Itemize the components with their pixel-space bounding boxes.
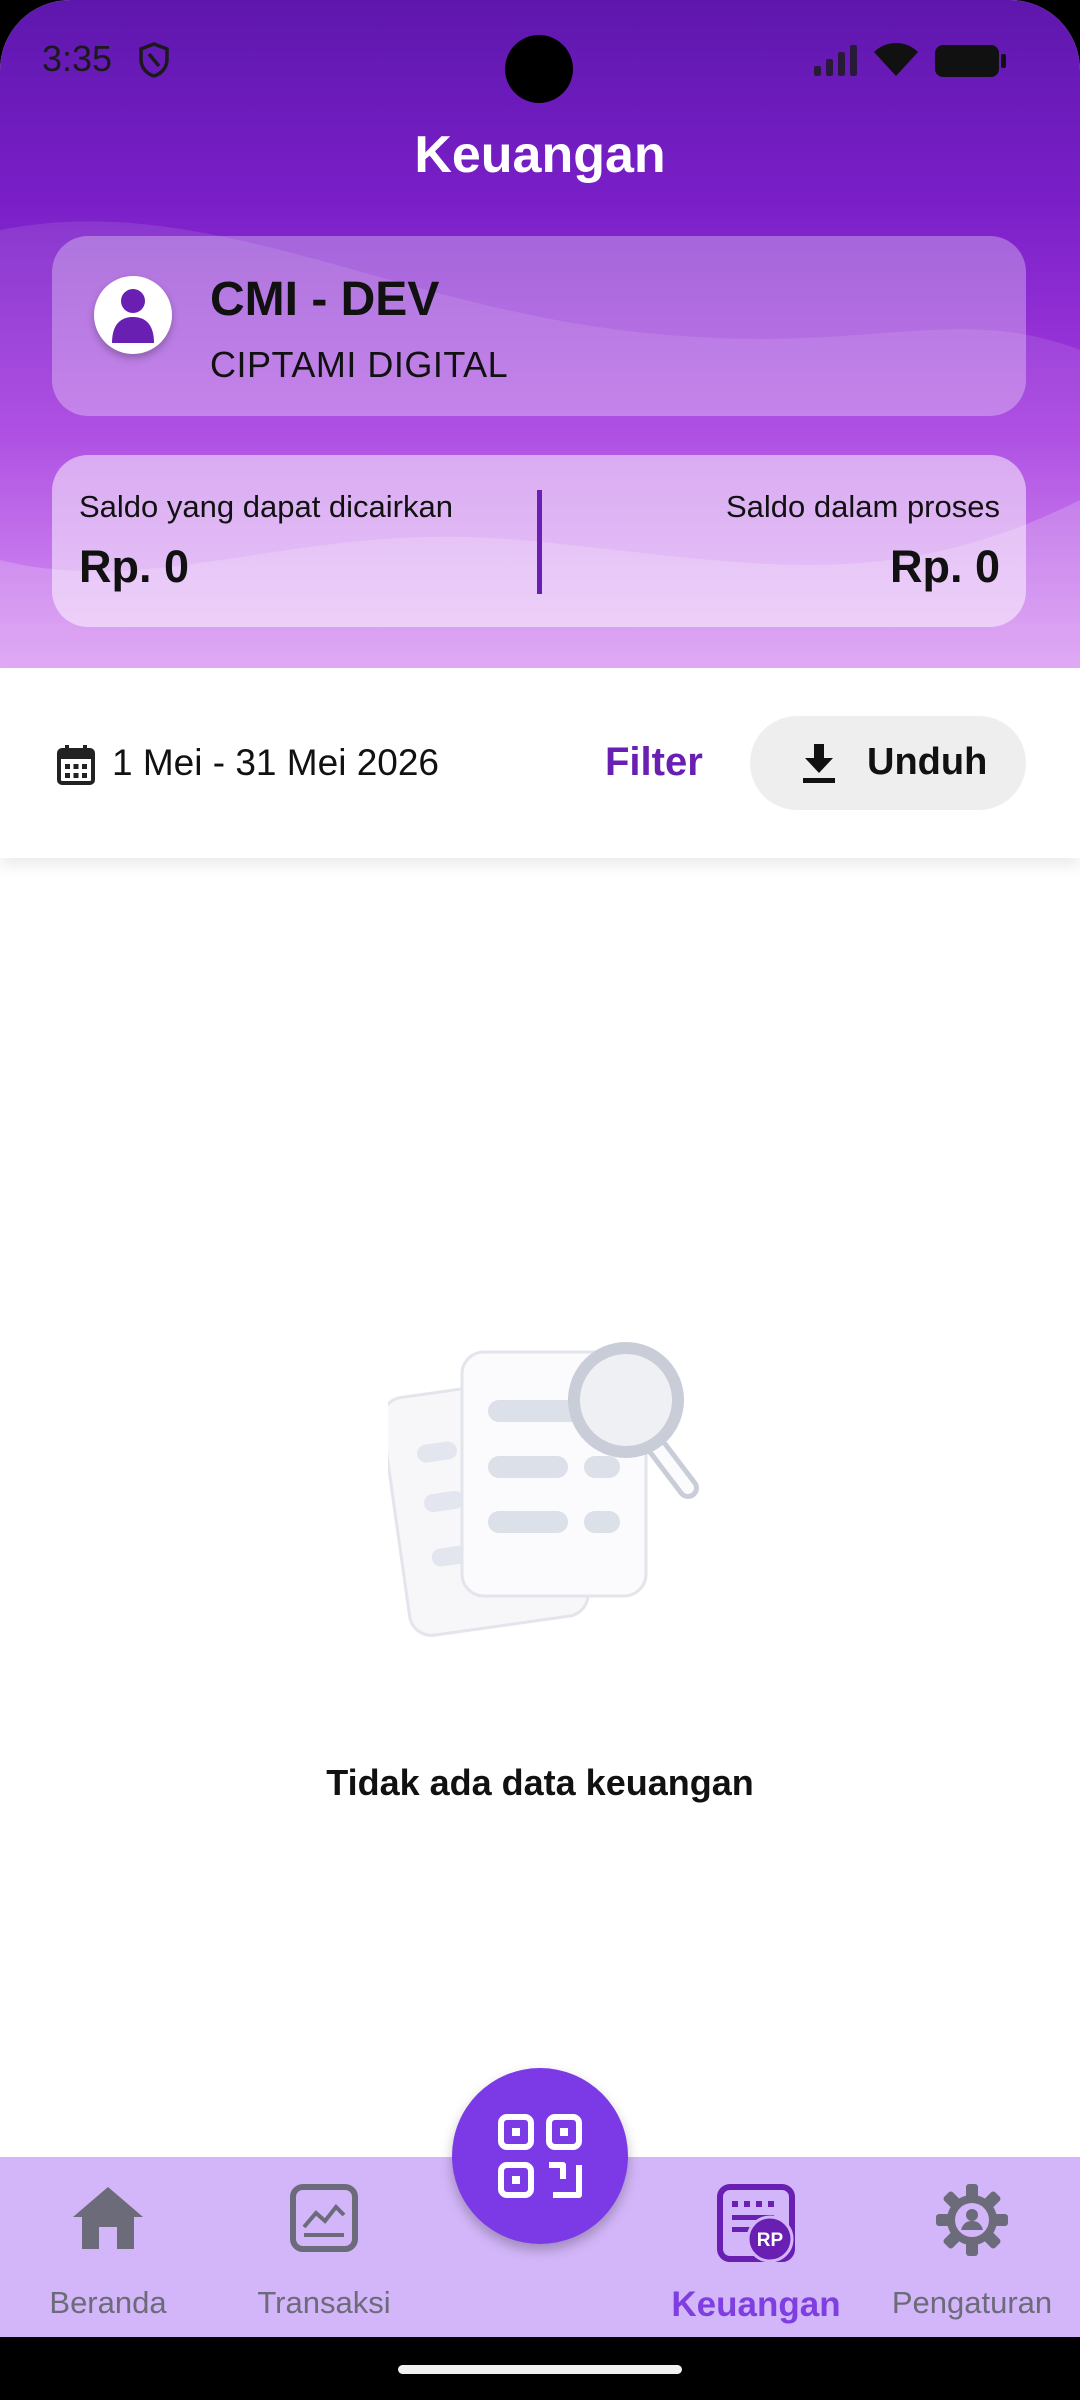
calendar-icon: [57, 745, 95, 785]
nav-item-transaksi[interactable]: Transaksi: [216, 2157, 432, 2337]
nav-label-beranda: Beranda: [49, 2285, 167, 2320]
merchant-card: CMI - DEV CIPTAMI DIGITAL: [52, 236, 1026, 416]
chart-icon: [290, 2184, 358, 2252]
nav-label-transaksi: Transaksi: [257, 2285, 391, 2320]
status-time: 3:35: [42, 38, 113, 79]
header: 3:35 Keuangan CMI - DEV CIPTAMI DIGITAL …: [0, 0, 1080, 668]
date-range[interactable]: 1 Mei - 31 Mei 2026: [112, 742, 439, 784]
filter-button[interactable]: Filter: [605, 740, 703, 785]
nav-item-keuangan[interactable]: RP Keuangan: [648, 2157, 864, 2337]
qr-code-icon: [498, 2114, 582, 2198]
empty-document-search-icon: [388, 1342, 699, 1637]
pending-balance-value: Rp. 0: [889, 541, 1000, 592]
wifi-icon: [874, 43, 918, 76]
pending-balance-label: Saldo dalam proses: [726, 489, 1000, 524]
camera-cutout: [505, 35, 573, 103]
download-icon: [803, 744, 835, 783]
merchant-name: CMI - DEV: [210, 273, 440, 326]
empty-state-message: Tidak ada data keuangan: [326, 1762, 754, 1803]
filter-bar: 1 Mei - 31 Mei 2026 Filter Unduh: [0, 668, 1080, 858]
balance-divider: [537, 490, 542, 594]
withdrawable-balance-label: Saldo yang dapat dicairkan: [79, 489, 453, 524]
withdrawable-balance-value: Rp. 0: [79, 541, 190, 592]
shield-icon: [139, 42, 169, 78]
finance-icon: RP: [717, 2184, 795, 2263]
settings-icon: [936, 2184, 1008, 2256]
nav-item-pengaturan[interactable]: Pengaturan: [864, 2157, 1080, 2337]
nav-label-keuangan: Keuangan: [671, 2285, 841, 2324]
download-button[interactable]: Unduh: [750, 716, 1026, 810]
merchant-company: CIPTAMI DIGITAL: [210, 344, 509, 385]
page-title: Keuangan: [414, 126, 666, 184]
battery-icon: [935, 45, 1006, 77]
nav-label-pengaturan: Pengaturan: [891, 2285, 1053, 2320]
finance-screen: 3:35 Keuangan CMI - DEV CIPTAMI DIGITAL …: [0, 0, 1080, 2400]
nav-item-beranda[interactable]: Beranda: [0, 2157, 216, 2337]
avatar: [94, 276, 172, 354]
download-label: Unduh: [867, 741, 988, 783]
user-icon: [112, 289, 154, 343]
home-indicator[interactable]: [398, 2365, 682, 2374]
finance-badge: RP: [757, 2230, 784, 2251]
home-icon: [73, 2187, 143, 2249]
qr-scan-button[interactable]: [452, 2068, 628, 2244]
status-bar: 3:35: [0, 0, 1080, 120]
balance-card: Saldo yang dapat dicairkan Rp. 0 Saldo d…: [52, 455, 1026, 627]
signal-icon: [814, 45, 857, 76]
